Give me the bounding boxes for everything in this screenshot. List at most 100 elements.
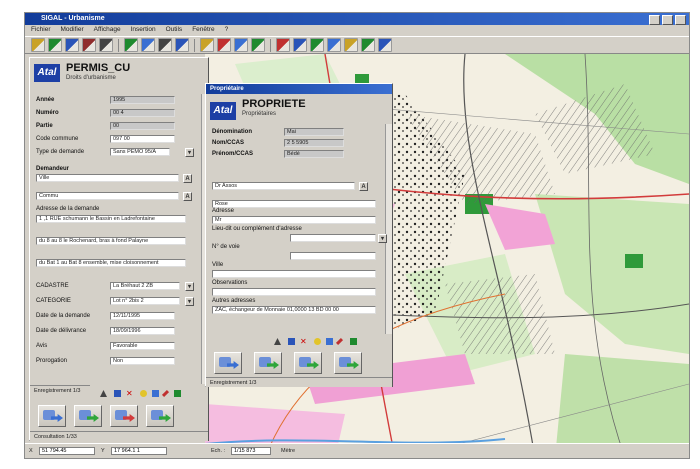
- lower-lookup-button[interactable]: ▾: [185, 282, 194, 291]
- map-link-icon[interactable]: [350, 338, 357, 345]
- toolbar-tool-icon-16[interactable]: [327, 38, 341, 52]
- search-icon[interactable]: [140, 390, 147, 397]
- propriete-field-value[interactable]: Mai: [284, 128, 344, 136]
- toolbar-tool-icon-13[interactable]: [276, 38, 290, 52]
- second-lookup-button[interactable]: A: [183, 192, 192, 201]
- propriete-lookup-button[interactable]: A: [359, 182, 368, 191]
- menu-item-5[interactable]: Fenêtre: [192, 25, 214, 35]
- second-field[interactable]: Commu: [36, 192, 179, 200]
- propriete-row-value[interactable]: [290, 252, 376, 260]
- toolbar-tool-icon-3[interactable]: [82, 38, 96, 52]
- propriete-row-value[interactable]: [212, 270, 376, 278]
- lower-field-value[interactable]: 12/11/1995: [110, 312, 175, 320]
- toolbar-tool-icon-12[interactable]: [251, 38, 265, 52]
- print-icon[interactable]: [152, 390, 159, 397]
- toolbar-tool-icon-5[interactable]: [124, 38, 138, 52]
- propriete-field-label: Dénomination: [212, 129, 252, 135]
- toolbar-tool-icon-8[interactable]: [175, 38, 189, 52]
- demandeur-lookup-button[interactable]: A: [183, 174, 192, 183]
- toolbar-tool-icon-2[interactable]: [65, 38, 79, 52]
- propriete-add-button[interactable]: [254, 352, 282, 374]
- propriete-field-value[interactable]: 2 5 5905: [284, 139, 344, 147]
- field-value[interactable]: 00 4: [110, 109, 175, 117]
- menu-item-2[interactable]: Affichage: [94, 25, 121, 35]
- print-icon[interactable]: [326, 338, 333, 345]
- record-nav[interactable]: Enregistrement 1/3: [30, 385, 90, 395]
- lower-field-value[interactable]: Lot n° 2bis 2: [110, 297, 180, 305]
- adresse-line[interactable]: du Bat 1 au Bat 8 ensemble, mise cloison…: [36, 259, 186, 267]
- type-dropdown-button[interactable]: ▾: [185, 148, 194, 157]
- toolbar-tool-icon-9[interactable]: [200, 38, 214, 52]
- lower-field-value[interactable]: 18/09/1996: [110, 327, 175, 335]
- lieu-dit-dropdown-button[interactable]: ▾: [378, 234, 387, 243]
- adresse-line[interactable]: 1 ,1 RUE schumann le Bassin en Ladrefont…: [36, 215, 186, 223]
- toolbar-tool-icon-17[interactable]: [344, 38, 358, 52]
- record-toolbar: ✕: [100, 388, 200, 400]
- search-icon[interactable]: [314, 338, 321, 345]
- filter-icon[interactable]: [274, 338, 281, 345]
- close-button[interactable]: [675, 15, 686, 25]
- field-value[interactable]: 00: [110, 122, 175, 130]
- lower-field-value[interactable]: La Bréhaut 2 ZB: [110, 282, 180, 290]
- toolbar-tool-icon-19[interactable]: [378, 38, 392, 52]
- toolbar-tool-icon-7[interactable]: [158, 38, 172, 52]
- propriete-record-nav[interactable]: Enregistrement 1/3: [206, 377, 392, 387]
- propriete-field-value[interactable]: Bédé: [284, 150, 344, 158]
- propriete-row-label: Autres adresses: [212, 298, 256, 304]
- propriete-attach-button[interactable]: [334, 352, 362, 374]
- propriete-row-value[interactable]: ZAC, échangeur de Monnaie 01,0000 13 BD …: [212, 306, 376, 314]
- field-value[interactable]: Sans PEMO 95/A: [110, 148, 170, 156]
- lower-field-value[interactable]: Non: [110, 357, 175, 365]
- maximize-button[interactable]: [662, 15, 673, 25]
- lower-lookup-button[interactable]: ▾: [185, 297, 194, 306]
- toolbar-separator: [270, 38, 271, 52]
- delete-icon[interactable]: ✕: [126, 390, 133, 398]
- demandeur-field[interactable]: Ville: [36, 174, 179, 182]
- lower-field-label: Date de délivrance: [36, 328, 87, 334]
- toolbar-tool-icon-0[interactable]: [31, 38, 45, 52]
- toolbar-tool-icon-1[interactable]: [48, 38, 62, 52]
- propriete-row-value[interactable]: [290, 234, 376, 242]
- propriete-row-value[interactable]: [212, 288, 376, 296]
- toolbar-tool-icon-14[interactable]: [293, 38, 307, 52]
- map-link-icon[interactable]: [174, 390, 181, 397]
- add-record-button[interactable]: [74, 405, 102, 427]
- remove-record-button[interactable]: [110, 405, 138, 427]
- minimize-button[interactable]: [649, 15, 660, 25]
- toolbar-tool-icon-15[interactable]: [310, 38, 324, 52]
- delete-icon[interactable]: ✕: [300, 338, 307, 346]
- edit-icon[interactable]: [335, 337, 344, 346]
- toolbar-tool-icon-10[interactable]: [217, 38, 231, 52]
- propriete-link-button[interactable]: [294, 352, 322, 374]
- save-icon[interactable]: [288, 338, 295, 345]
- propriete-row-value[interactable]: Rose: [212, 200, 376, 208]
- toolbar-tool-icon-18[interactable]: [361, 38, 375, 52]
- save-icon[interactable]: [114, 390, 121, 397]
- menu-item-0[interactable]: Fichier: [31, 25, 51, 35]
- filter-icon[interactable]: [100, 390, 107, 397]
- field-label: Type de demande: [36, 149, 85, 155]
- adresse-line[interactable]: du 8 au 8 le Rochenard, bras à fond Pala…: [36, 237, 186, 245]
- menu-item-3[interactable]: Insertion: [131, 25, 156, 35]
- propriete-new-button[interactable]: [214, 352, 242, 374]
- toolbar-tool-icon-11[interactable]: [234, 38, 248, 52]
- field-value[interactable]: 097 00: [110, 135, 175, 143]
- propriete-row-value[interactable]: Mr: [212, 216, 376, 224]
- edit-icon[interactable]: [161, 389, 170, 398]
- field-label: Partie: [36, 123, 53, 129]
- menu-item-4[interactable]: Outils: [166, 25, 183, 35]
- scale-field[interactable]: 1/15 873: [231, 447, 271, 455]
- propriete-scrollbar[interactable]: [385, 124, 392, 334]
- propriete-row-label: N° de voie: [212, 244, 240, 250]
- link-record-button[interactable]: [146, 405, 174, 427]
- propriete-row-label: Observations: [212, 280, 248, 286]
- footer-nav[interactable]: Consultation 1/33: [30, 431, 208, 441]
- toolbar-tool-icon-6[interactable]: [141, 38, 155, 52]
- propriete-row-value[interactable]: Dr Assos: [212, 182, 355, 190]
- toolbar-tool-icon-4[interactable]: [99, 38, 113, 52]
- lower-field-value[interactable]: Favorable: [110, 342, 175, 350]
- field-value[interactable]: 1995: [110, 96, 175, 104]
- menu-item-6[interactable]: ?: [225, 25, 229, 35]
- menu-item-1[interactable]: Modifier: [61, 25, 84, 35]
- new-record-button[interactable]: [38, 405, 66, 427]
